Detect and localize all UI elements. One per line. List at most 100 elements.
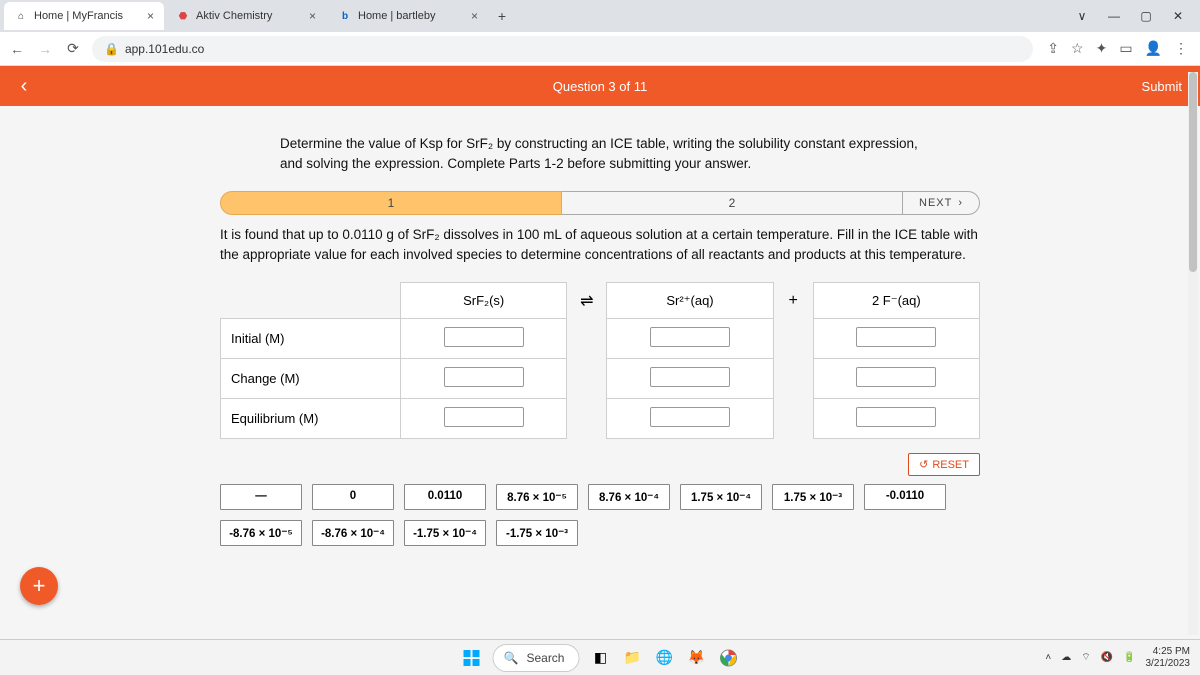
question-header: ‹ Question 3 of 11 Submit [0,66,1200,106]
ice-cell-input[interactable] [444,367,524,387]
task-view-icon[interactable]: ◧ [589,647,611,669]
home-icon: ⌂ [14,9,28,23]
chip-option[interactable]: 0 [312,484,394,510]
menu-icon[interactable]: ⋮ [1174,40,1188,57]
chip-option[interactable]: -1.75 × 10⁻³ [496,520,578,546]
search-label: Search [526,651,564,665]
ice-table: SrF₂(s) ⇌ Sr²⁺(aq) + 2 F⁻(aq) Initial (M… [220,282,980,439]
wifi-icon[interactable]: ⌔ [1081,651,1090,664]
ice-cell-input[interactable] [444,407,524,427]
table-row: Change (M) [221,359,980,399]
parts-navigator: 1 2 NEXT › [220,191,980,215]
tab-myfrancis[interactable]: ⌂ Home | MyFrancis × [4,2,164,30]
time-text: 4:25 PM [1146,646,1191,658]
url-input[interactable]: 🔒 app.101edu.co [92,36,1033,62]
chip-option[interactable]: 0.0110 [404,484,486,510]
row-label-change: Change (M) [221,359,401,399]
chevron-up-icon[interactable]: ˄ [1045,652,1051,663]
ice-cell-input[interactable] [856,327,936,347]
row-label-equilibrium: Equilibrium (M) [221,399,401,439]
onedrive-icon[interactable]: ☁ [1061,652,1071,663]
volume-icon[interactable]: 🔇 [1101,652,1113,663]
species-f: 2 F⁻(aq) [813,283,979,319]
close-icon[interactable]: × [309,9,316,23]
species-srf2: SrF₂(s) [401,283,567,319]
date-text: 3/21/2023 [1146,658,1191,670]
ice-cell-input[interactable] [444,327,524,347]
chip-option[interactable]: — [220,484,302,510]
clock[interactable]: 4:25 PM 3/21/2023 [1146,646,1191,670]
next-button[interactable]: NEXT › [903,191,980,215]
table-row: Equilibrium (M) [221,399,980,439]
back-chevron-icon[interactable]: ‹ [0,75,48,98]
chrome-icon[interactable] [717,647,739,669]
chip-option[interactable]: -8.76 × 10⁻⁵ [220,520,302,546]
plus-icon: + [773,283,813,319]
share-icon[interactable]: ⇪ [1047,40,1059,57]
ice-cell-input[interactable] [650,327,730,347]
minimize-icon[interactable]: — [1106,9,1122,23]
bartleby-icon: b [338,9,352,23]
tab-title: Home | bartleby [358,10,465,22]
tab-bartleby[interactable]: b Home | bartleby × [328,2,488,30]
table-row: Initial (M) [221,319,980,359]
windows-taskbar: 🔍 Search ◧ 📁 🌐 🦊 ˄ ☁ ⌔ 🔇 🔋 4:25 PM 3/21/… [0,639,1200,675]
lock-icon: 🔒 [104,42,119,56]
reset-button[interactable]: ↺ RESET [908,453,980,476]
main-content: Determine the value of Ksp for SrF₂ by c… [0,106,1200,556]
forward-icon[interactable]: → [36,40,54,58]
firefox-icon[interactable]: 🦊 [685,647,707,669]
close-icon[interactable]: × [471,9,478,23]
maximize-icon[interactable]: ▢ [1138,9,1154,23]
chip-option[interactable]: 1.75 × 10⁻⁴ [680,484,762,510]
reset-label: RESET [932,459,969,471]
system-tray: ˄ ☁ ⌔ 🔇 🔋 4:25 PM 3/21/2023 [1045,646,1190,670]
star-icon[interactable]: ☆ [1071,40,1084,57]
question-instructions: Determine the value of Ksp for SrF₂ by c… [280,134,920,173]
profile-icon[interactable]: 👤 [1145,40,1162,57]
extensions-icon[interactable]: ✦ [1096,40,1108,57]
ice-cell-input[interactable] [856,407,936,427]
close-icon[interactable]: × [147,9,154,23]
part-2-tab[interactable]: 2 [562,191,903,215]
ice-cell-input[interactable] [856,367,936,387]
ice-cell-input[interactable] [650,407,730,427]
battery-icon[interactable]: 🔋 [1123,652,1135,663]
explorer-icon[interactable]: 📁 [621,647,643,669]
close-window-icon[interactable]: ✕ [1170,9,1186,23]
equilibrium-arrow-icon: ⇌ [567,283,607,319]
next-label: NEXT [919,197,952,209]
browser-tab-strip: ⌂ Home | MyFrancis × ⬣ Aktiv Chemistry ×… [0,0,1200,32]
add-fab-button[interactable]: + [20,567,58,605]
tab-title: Home | MyFrancis [34,10,141,22]
scrollbar-thumb[interactable] [1189,72,1197,272]
ice-cell-input[interactable] [650,367,730,387]
chip-option[interactable]: 8.76 × 10⁻⁵ [496,484,578,510]
answer-chips: — 0 0.0110 8.76 × 10⁻⁵ 8.76 × 10⁻⁴ 1.75 … [220,484,980,546]
back-icon[interactable]: ← [8,40,26,58]
window-icon[interactable]: ▭ [1119,40,1132,57]
undo-icon: ↺ [919,458,928,471]
chevron-right-icon: › [958,197,963,209]
taskbar-search[interactable]: 🔍 Search [493,644,580,672]
chip-option[interactable]: -8.76 × 10⁻⁴ [312,520,394,546]
row-label-initial: Initial (M) [221,319,401,359]
problem-statement: It is found that up to 0.0110 g of SrF₂ … [220,225,980,264]
scrollbar-track[interactable] [1188,72,1198,635]
window-controls: ∨ — ▢ ✕ [1064,9,1196,23]
chip-option[interactable]: 1.75 × 10⁻³ [772,484,854,510]
edge-icon[interactable]: 🌐 [653,647,675,669]
chevron-down-icon[interactable]: ∨ [1074,9,1090,23]
search-icon: 🔍 [504,651,519,665]
chip-option[interactable]: 8.76 × 10⁻⁴ [588,484,670,510]
chip-option[interactable]: -1.75 × 10⁻⁴ [404,520,486,546]
url-text: app.101edu.co [125,42,204,56]
new-tab-button[interactable]: + [490,4,514,28]
tab-aktiv[interactable]: ⬣ Aktiv Chemistry × [166,2,326,30]
question-counter: Question 3 of 11 [553,79,647,94]
start-icon[interactable] [461,647,483,669]
chip-option[interactable]: -0.0110 [864,484,946,510]
species-sr: Sr²⁺(aq) [607,283,773,319]
part-1-tab[interactable]: 1 [220,191,562,215]
reload-icon[interactable]: ⟳ [64,40,82,58]
